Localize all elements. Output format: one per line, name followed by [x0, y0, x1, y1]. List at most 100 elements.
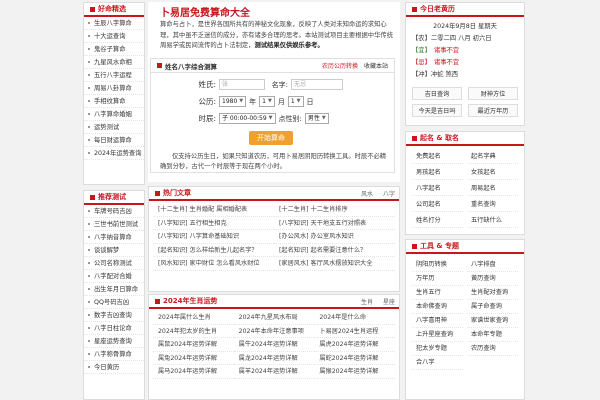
fortune-link[interactable]: 卜易居2024生肖运程	[314, 325, 395, 339]
tab-zodiac[interactable]: 生肖	[361, 297, 373, 306]
naming-link[interactable]: 起名字典	[467, 150, 518, 164]
fortune-link[interactable]: 属猴2024年运势详解	[314, 365, 395, 379]
tool-link[interactable]: 黄历查询	[467, 272, 518, 286]
ji-text: 诸事不宜	[433, 59, 460, 66]
fortune-link[interactable]: 属马2024年运势详解	[153, 365, 234, 379]
article-link[interactable]: [八字知识] 八字算命基础知识	[153, 230, 274, 244]
sidebar-link[interactable]: 手相纹算命	[84, 95, 144, 108]
fortune-link[interactable]: 属虎2024年运势详解	[314, 338, 395, 352]
sidebar-link[interactable]: 运势测试	[84, 121, 144, 134]
year-select[interactable]: 1980 ▼	[219, 96, 247, 107]
naming-link[interactable]: 女孩起名	[467, 166, 518, 180]
article-link[interactable]: [风水知识] 家中财位 怎么看风水财位	[153, 257, 274, 271]
article-link[interactable]: [家居风水] 客厅风水摆放知识大全	[274, 257, 395, 271]
year-unit: 年	[249, 97, 257, 106]
hot-articles-header: 热门文章 风水 八字	[149, 187, 399, 201]
gender-select[interactable]: 男性 ▼	[304, 113, 329, 124]
tool-link[interactable]: 八字排盘	[467, 258, 518, 272]
sidebar-link[interactable]: 八字配对合婚	[84, 270, 144, 283]
sidebar-link[interactable]: 每日财运算命	[84, 134, 144, 147]
sidebar-link[interactable]: 车牌号码吉凶	[84, 205, 144, 218]
sidebar-link[interactable]: 八字算命婚姻	[84, 108, 144, 121]
article-link[interactable]: [八字知识] 五行相生相克	[153, 217, 274, 231]
sidebar-link[interactable]: 八字纳音算命	[84, 231, 144, 244]
tool-link[interactable]: 合八字	[412, 356, 463, 370]
tool-link[interactable]: 阴阳历转换	[412, 258, 463, 272]
tab-bazi[interactable]: 八字	[383, 189, 395, 198]
fortune-link[interactable]: 属兔2024年运势详解	[153, 352, 234, 366]
fortune-link[interactable]: 2024年本命年注意事项	[233, 325, 315, 339]
naming-link[interactable]: 周易起名	[467, 182, 518, 196]
naming-link[interactable]: 八字起名	[412, 182, 463, 196]
tool-link[interactable]: 生肖五行	[412, 286, 463, 300]
naming-link[interactable]: 姓名打分	[412, 214, 463, 228]
fortune-link[interactable]: 2024年犯太岁的生肖	[153, 325, 234, 339]
sidebar-link[interactable]: QQ号码吉凶	[84, 296, 144, 309]
tool-link[interactable]: 本命年专题	[467, 328, 518, 342]
month-select[interactable]: 1 ▼	[259, 96, 275, 107]
article-link[interactable]: [起名知识] 起名需要注意什么？	[274, 244, 395, 258]
sidebar-link[interactable]: 谈谈解梦	[84, 244, 144, 257]
fortune-link[interactable]: 属鼠2024年运势详解	[153, 338, 234, 352]
hot-articles-list: [十二生肖] 生肖婚配 属相婚配表 [十二生肖] 十二生肖排序 [八字知识] 五行相…	[149, 201, 399, 271]
naming-link[interactable]: 公司起名	[412, 198, 463, 212]
sidebar-link[interactable]: 公司名称测试	[84, 257, 144, 270]
sidebar-link[interactable]: 周易八卦算命	[84, 82, 144, 95]
naming-link[interactable]: 五行缺什么	[467, 214, 518, 228]
sidebar-link[interactable]: 2024年运势查询	[84, 147, 144, 160]
tool-link[interactable]: 本命佛查询	[412, 300, 463, 314]
surname-input[interactable]: 张	[219, 79, 265, 90]
left-panel-header: 好命精选	[84, 3, 144, 17]
article-link[interactable]: [八字知识] 天干地支五行对照表	[274, 217, 395, 231]
tool-link[interactable]: 万年历	[412, 272, 463, 286]
fortune-link[interactable]: 属蛇2024年运势详解	[314, 352, 395, 366]
sidebar-link[interactable]: 十大运查询	[84, 30, 144, 43]
fortune-link[interactable]: 属牛2024年运势详解	[233, 338, 315, 352]
name-input[interactable]: 无忌	[291, 79, 343, 90]
tab-constellation[interactable]: 星座	[383, 297, 395, 306]
naming-link[interactable]: 免费起名	[412, 150, 463, 164]
tab-fengshui[interactable]: 风水	[361, 189, 373, 198]
tool-link[interactable]: 家谱世家查询	[467, 314, 518, 328]
calendar-button[interactable]: 最近万年历	[468, 104, 518, 117]
calendar-button[interactable]: 财神方位	[468, 87, 518, 100]
fortune-link[interactable]: 属龙2024年运势详解	[233, 352, 315, 366]
bookmark-link[interactable]: 收藏本站	[364, 61, 388, 70]
tool-link[interactable]: 上升星座查询	[412, 328, 463, 342]
fortune-link[interactable]: 2024年是什么命	[314, 311, 395, 325]
article-link[interactable]: [起名知识] 怎么样给新生儿起名字？	[153, 244, 274, 258]
day-select[interactable]: 1 ▼	[287, 96, 304, 107]
submit-button[interactable]: 开始算命	[249, 131, 293, 145]
sidebar-link[interactable]: 五行八字运程	[84, 69, 144, 82]
sidebar-link[interactable]: 八字日柱论命	[84, 322, 144, 335]
sidebar-link[interactable]: 生辰八字算命	[84, 17, 144, 30]
tool-link[interactable]: 生肖配对查询	[467, 286, 518, 300]
naming-link[interactable]: 重名查询	[467, 198, 518, 212]
article-link[interactable]: [十二生肖] 生肖婚配 属相婚配表	[153, 203, 274, 217]
article-link[interactable]: [办公风水] 办公室风水知识	[274, 230, 395, 244]
hour-select[interactable]: 子 00:00-00:59 ▼	[219, 113, 276, 124]
tool-link[interactable]: 属子命查询	[467, 300, 518, 314]
tool-link[interactable]: 农历查询	[467, 342, 518, 356]
sidebar-link[interactable]: 九星风水命相	[84, 56, 144, 69]
sidebar-link[interactable]: 星座运势查询	[84, 335, 144, 348]
sidebar-link[interactable]: 数字吉凶查询	[84, 309, 144, 322]
fortune-link[interactable]: 2024年属什么生肖	[153, 311, 234, 325]
sidebar-link[interactable]: 鬼谷子算命	[84, 43, 144, 56]
tool-link[interactable]: 犯太岁专题	[412, 342, 463, 356]
fortune-list: 2024年属什么生肖 2024年九星风水布局 2024年是什么命 2024年犯太岁的生…	[149, 309, 399, 379]
sidebar-link[interactable]: 八字称骨算命	[84, 348, 144, 361]
tool-link[interactable]: 八字喜用神	[412, 314, 463, 328]
fortune-link[interactable]: 属羊2024年运势详解	[233, 365, 315, 379]
sidebar-link[interactable]: 今日黄历	[84, 361, 144, 374]
fortune-link[interactable]: 2024年九星风水布局	[233, 311, 315, 325]
gender-value: 男性	[307, 115, 320, 122]
sidebar-link[interactable]: 出生年月日算命	[84, 283, 144, 296]
calendar-button[interactable]: 吉日查询	[412, 87, 462, 100]
article-link[interactable]: [十二生肖] 十二生肖排序	[274, 203, 395, 217]
calendar-convert-link[interactable]: 农历公历转换	[322, 61, 358, 70]
naming-link[interactable]: 男孩起名	[412, 166, 463, 180]
calendar-button[interactable]: 今天是吉日吗	[412, 104, 462, 117]
sidebar-link[interactable]: 三世书前世测试	[84, 218, 144, 231]
left-section-title: 好命精选	[98, 5, 126, 13]
